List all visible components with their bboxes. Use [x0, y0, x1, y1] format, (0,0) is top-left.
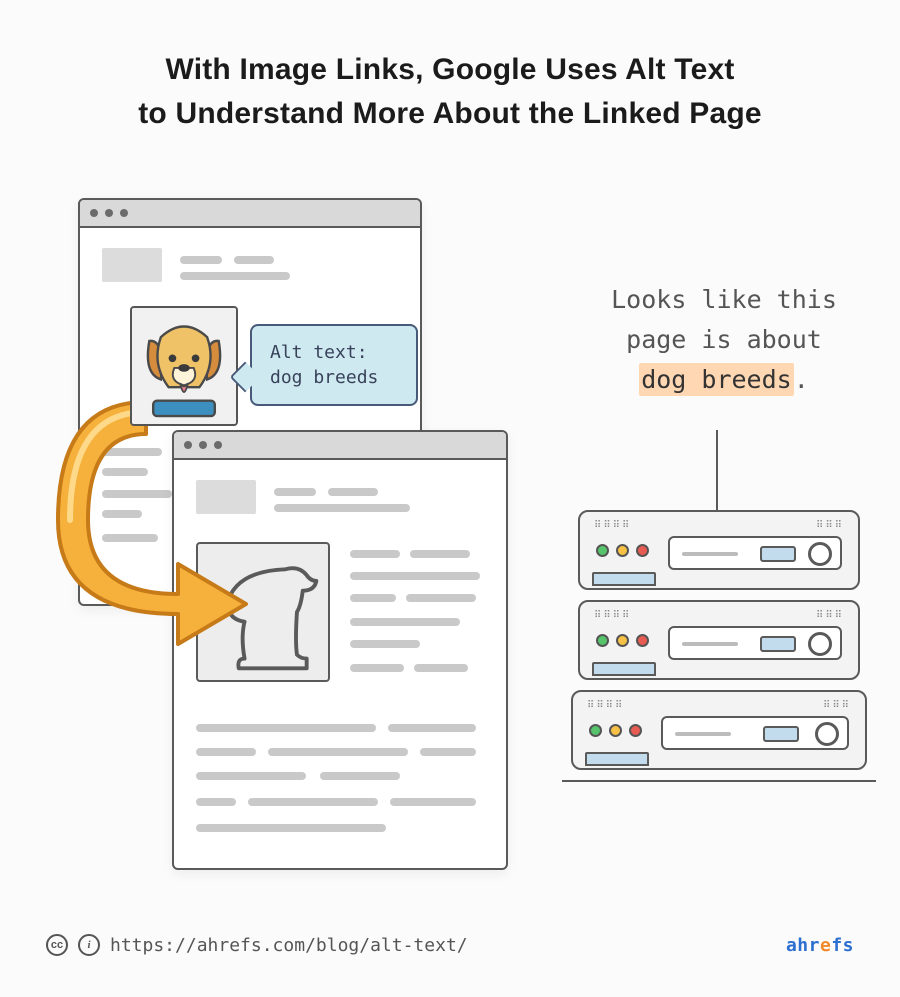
link-arrow-icon: [46, 390, 286, 650]
window-dot-icon: [105, 209, 113, 217]
server-panel: [668, 626, 842, 660]
server-stack-icon: ⠿⠿⠿⠿ ⠿⠿⠿ ⠿⠿⠿⠿ ⠿⠿⠿: [578, 510, 860, 782]
led-yellow-icon: [616, 544, 629, 557]
led-yellow-icon: [616, 634, 629, 647]
page-title: With Image Links, Google Uses Alt Text t…: [0, 48, 900, 135]
led-green-icon: [596, 544, 609, 557]
drive-slot-icon: [592, 572, 656, 586]
vent-icon: ⠿⠿⠿: [816, 520, 844, 531]
content-line: [410, 550, 470, 558]
content-line: [196, 798, 236, 806]
panel-button-icon: [760, 636, 796, 652]
content-line: [180, 272, 290, 280]
source-url: https://ahrefs.com/blog/alt-text/: [110, 935, 468, 956]
panel-button-icon: [760, 546, 796, 562]
server-interpretation: Looks like this page is about dog breeds…: [594, 280, 854, 400]
server-text-line-1: Looks like this: [594, 280, 854, 320]
content-line: [390, 798, 476, 806]
content-line: [196, 748, 256, 756]
dog-face-icon: [132, 308, 236, 424]
vent-icon: ⠿⠿⠿: [823, 700, 851, 711]
panel-button-icon: [763, 726, 799, 742]
content-line: [180, 256, 222, 264]
content-line: [196, 772, 306, 780]
alt-text-label: Alt text:: [270, 340, 408, 365]
footer: cc i https://ahrefs.com/blog/alt-text/ a…: [46, 929, 854, 961]
content-line: [350, 572, 480, 580]
server-panel: [668, 536, 842, 570]
vent-icon: ⠿⠿⠿⠿: [594, 520, 631, 531]
content-line: [388, 724, 476, 732]
content-line: [350, 550, 400, 558]
content-line: [350, 618, 460, 626]
server-panel: [661, 716, 849, 750]
content-line: [350, 664, 404, 672]
vent-icon: ⠿⠿⠿⠿: [594, 610, 631, 621]
content-line: [420, 748, 476, 756]
content-line: [350, 594, 396, 602]
window-dot-icon: [90, 209, 98, 217]
panel-knob-icon: [808, 632, 832, 656]
title-line-2: to Understand More About the Linked Page: [0, 92, 900, 136]
window-dot-icon: [120, 209, 128, 217]
server-text-highlight: dog breeds: [639, 363, 794, 396]
alt-text-value: dog breeds: [270, 365, 408, 390]
content-line: [328, 488, 378, 496]
content-line: [406, 594, 476, 602]
content-line: [350, 640, 420, 648]
content-line: [196, 824, 386, 832]
drive-slot-icon: [585, 752, 649, 766]
server-unit: ⠿⠿⠿⠿ ⠿⠿⠿: [578, 510, 860, 590]
vent-icon: ⠿⠿⠿⠿: [587, 700, 624, 711]
server-unit: ⠿⠿⠿⠿ ⠿⠿⠿: [578, 600, 860, 680]
browser-titlebar: [80, 200, 420, 228]
license-block: cc i https://ahrefs.com/blog/alt-text/: [46, 934, 468, 956]
alt-text-tooltip: Alt text: dog breeds: [250, 324, 418, 406]
title-line-1: With Image Links, Google Uses Alt Text: [0, 48, 900, 92]
led-red-icon: [636, 544, 649, 557]
vent-icon: ⠿⠿⠿: [816, 610, 844, 621]
connector-line-icon: [716, 430, 718, 510]
panel-dash-icon: [675, 732, 731, 736]
content-line: [414, 664, 468, 672]
server-base-line: [562, 780, 876, 782]
drive-slot-icon: [592, 662, 656, 676]
server-text-line-2: page is about: [594, 320, 854, 360]
led-red-icon: [636, 634, 649, 647]
dog-image: [130, 306, 238, 426]
content-block: [102, 248, 162, 282]
server-unit: ⠿⠿⠿⠿ ⠿⠿⠿: [571, 690, 867, 770]
server-text-period: .: [794, 365, 809, 394]
led-yellow-icon: [609, 724, 622, 737]
content-line: [274, 504, 410, 512]
panel-dash-icon: [682, 552, 738, 556]
cc-icon: cc: [46, 934, 68, 956]
content-line: [248, 798, 378, 806]
led-green-icon: [596, 634, 609, 647]
content-line: [320, 772, 400, 780]
content-line: [268, 748, 408, 756]
content-line: [234, 256, 274, 264]
content-line: [196, 724, 376, 732]
brand-logo: ahrefs: [786, 935, 854, 956]
attribution-icon: i: [78, 934, 100, 956]
panel-dash-icon: [682, 642, 738, 646]
panel-knob-icon: [815, 722, 839, 746]
led-red-icon: [629, 724, 642, 737]
server-text-line-3: dog breeds.: [594, 360, 854, 400]
led-green-icon: [589, 724, 602, 737]
panel-knob-icon: [808, 542, 832, 566]
